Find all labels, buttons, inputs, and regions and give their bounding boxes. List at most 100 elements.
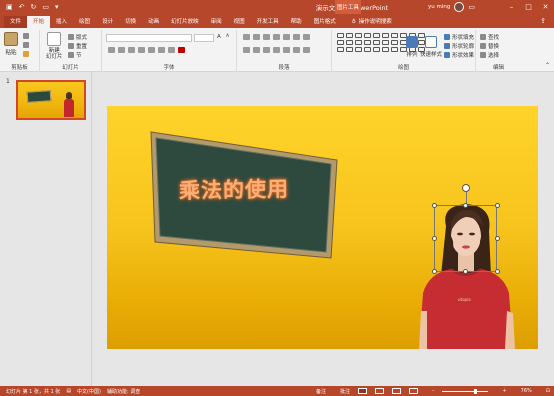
resize-handle-sw[interactable] bbox=[432, 269, 437, 274]
tell-me-box[interactable]: ♁ 操作说明搜索 bbox=[352, 16, 392, 28]
resize-handle-n[interactable] bbox=[463, 203, 468, 208]
align-text-icon[interactable] bbox=[293, 47, 300, 53]
shadow-icon[interactable] bbox=[148, 47, 155, 53]
format-painter-icon[interactable] bbox=[23, 51, 29, 57]
resize-handle-se[interactable] bbox=[495, 269, 500, 274]
comments-button[interactable]: 批注 bbox=[340, 388, 350, 395]
increase-indent-icon[interactable] bbox=[273, 34, 280, 40]
normal-view-icon[interactable] bbox=[357, 388, 367, 394]
spellcheck-icon[interactable]: ▤ bbox=[66, 388, 71, 394]
zoom-in-icon[interactable]: + bbox=[502, 388, 506, 394]
share-icon[interactable]: ⇪ bbox=[540, 17, 546, 25]
layout-button[interactable]: 版式 bbox=[68, 33, 87, 41]
section-button[interactable]: 节 bbox=[68, 51, 82, 59]
slideshow-view-icon[interactable] bbox=[408, 388, 418, 394]
avatar[interactable] bbox=[454, 2, 465, 12]
maximize-icon[interactable]: □ bbox=[520, 0, 537, 14]
present-icon[interactable]: ▭ bbox=[42, 3, 49, 11]
minimize-icon[interactable]: – bbox=[503, 0, 520, 14]
ribbon-display-options-icon[interactable]: ▭ bbox=[468, 3, 475, 11]
shape-effects-button[interactable]: 形状效果 bbox=[444, 51, 474, 59]
resize-handle-nw[interactable] bbox=[432, 203, 437, 208]
tab-developer[interactable]: 开发工具 bbox=[251, 16, 285, 28]
tab-insert[interactable]: 插入 bbox=[50, 16, 73, 28]
shape-outline-button[interactable]: 形状轮廓 bbox=[444, 42, 474, 50]
user-account[interactable]: yu ming ▭ bbox=[428, 0, 475, 14]
zoom-out-icon[interactable]: – bbox=[432, 388, 435, 394]
strikethrough-icon[interactable] bbox=[138, 47, 145, 53]
fit-to-window-icon[interactable]: ⊡ bbox=[546, 388, 550, 394]
collapse-ribbon-icon[interactable]: ⌃ bbox=[545, 62, 550, 69]
align-right-icon[interactable] bbox=[263, 47, 270, 53]
close-icon[interactable]: ✕ bbox=[537, 0, 554, 14]
group-slides: 新建 幻灯片 版式 重置 节 幻灯片 bbox=[40, 30, 102, 72]
tab-file[interactable]: 文件 bbox=[4, 16, 28, 28]
language-indicator[interactable]: 中文(中国) bbox=[77, 388, 101, 395]
replace-button[interactable]: 替换 bbox=[480, 42, 499, 50]
smartart-icon[interactable] bbox=[303, 47, 310, 53]
char-spacing-icon[interactable] bbox=[158, 47, 165, 53]
tab-design[interactable]: 设计 bbox=[96, 16, 119, 28]
quick-styles-button[interactable]: 快速样式 bbox=[420, 36, 442, 58]
justify-icon[interactable] bbox=[273, 47, 280, 53]
select-button[interactable]: 选择 bbox=[480, 51, 499, 59]
tab-transitions[interactable]: 切换 bbox=[119, 16, 142, 28]
bullets-icon[interactable] bbox=[243, 34, 250, 40]
save-icon[interactable]: ▣ bbox=[6, 3, 13, 11]
customize-qat-icon[interactable]: ▾ bbox=[55, 3, 59, 11]
slide-sorter-icon[interactable] bbox=[374, 388, 384, 394]
tab-picture-format[interactable]: 图片格式 bbox=[308, 16, 342, 28]
context-tab-group-label: 图片工具 bbox=[335, 0, 361, 14]
find-button[interactable]: 查找 bbox=[480, 33, 499, 41]
align-center-icon[interactable] bbox=[253, 47, 260, 53]
resize-handle-e[interactable] bbox=[495, 236, 500, 241]
grow-font-icon[interactable]: A bbox=[217, 34, 221, 40]
font-size-field[interactable] bbox=[194, 34, 214, 42]
reset-button[interactable]: 重置 bbox=[68, 42, 87, 50]
align-buttons[interactable] bbox=[243, 47, 310, 53]
underline-icon[interactable] bbox=[128, 47, 135, 53]
selection-frame[interactable] bbox=[434, 205, 497, 272]
zoom-level[interactable]: 76% bbox=[521, 388, 532, 394]
bold-icon[interactable] bbox=[108, 47, 115, 53]
reading-view-icon[interactable] bbox=[391, 388, 401, 394]
numbering-icon[interactable] bbox=[253, 34, 260, 40]
tab-draw[interactable]: 绘图 bbox=[73, 16, 96, 28]
tab-view[interactable]: 视图 bbox=[228, 16, 251, 28]
paste-button[interactable]: 粘贴 bbox=[4, 32, 18, 56]
notes-button[interactable]: 备注 bbox=[316, 388, 326, 395]
distribute-icon[interactable] bbox=[283, 47, 290, 53]
align-left-icon[interactable] bbox=[243, 47, 250, 53]
decrease-indent-icon[interactable] bbox=[263, 34, 270, 40]
tab-slideshow[interactable]: 幻灯片放映 bbox=[165, 16, 205, 28]
change-case-icon[interactable] bbox=[168, 47, 175, 53]
undo-icon[interactable]: ↶ bbox=[19, 3, 25, 11]
columns-icon[interactable] bbox=[293, 34, 300, 40]
tab-review[interactable]: 审阅 bbox=[205, 16, 228, 28]
italic-icon[interactable] bbox=[118, 47, 125, 53]
new-slide-button[interactable]: 新建 幻灯片 bbox=[46, 32, 63, 60]
tab-home[interactable]: 开始 bbox=[27, 16, 51, 28]
shape-fill-button[interactable]: 形状填充 bbox=[444, 33, 474, 41]
resize-handle-w[interactable] bbox=[432, 236, 437, 241]
zoom-slider-thumb[interactable] bbox=[474, 388, 478, 394]
arrange-button[interactable]: 排列 bbox=[406, 36, 418, 58]
resize-handle-ne[interactable] bbox=[495, 203, 500, 208]
slide-thumbnail[interactable] bbox=[16, 80, 86, 120]
accessibility-status[interactable]: 辅助功能: 调查 bbox=[107, 388, 140, 395]
font-name-field[interactable] bbox=[106, 34, 192, 42]
copy-icon[interactable] bbox=[23, 42, 29, 48]
text-direction-icon[interactable] bbox=[303, 34, 310, 40]
font-format-buttons[interactable] bbox=[108, 47, 185, 53]
tab-help[interactable]: 帮助 bbox=[285, 16, 308, 28]
tab-animations[interactable]: 动画 bbox=[142, 16, 165, 28]
shrink-font-icon[interactable]: A bbox=[226, 34, 229, 39]
zoom-slider[interactable] bbox=[442, 388, 489, 394]
line-spacing-icon[interactable] bbox=[283, 34, 290, 40]
cut-icon[interactable] bbox=[23, 33, 29, 39]
resize-handle-s[interactable] bbox=[463, 269, 468, 274]
font-color-icon[interactable] bbox=[178, 47, 185, 53]
rotate-handle-icon[interactable] bbox=[462, 184, 470, 192]
list-buttons[interactable] bbox=[243, 34, 310, 40]
redo-icon[interactable]: ↻ bbox=[31, 3, 37, 11]
